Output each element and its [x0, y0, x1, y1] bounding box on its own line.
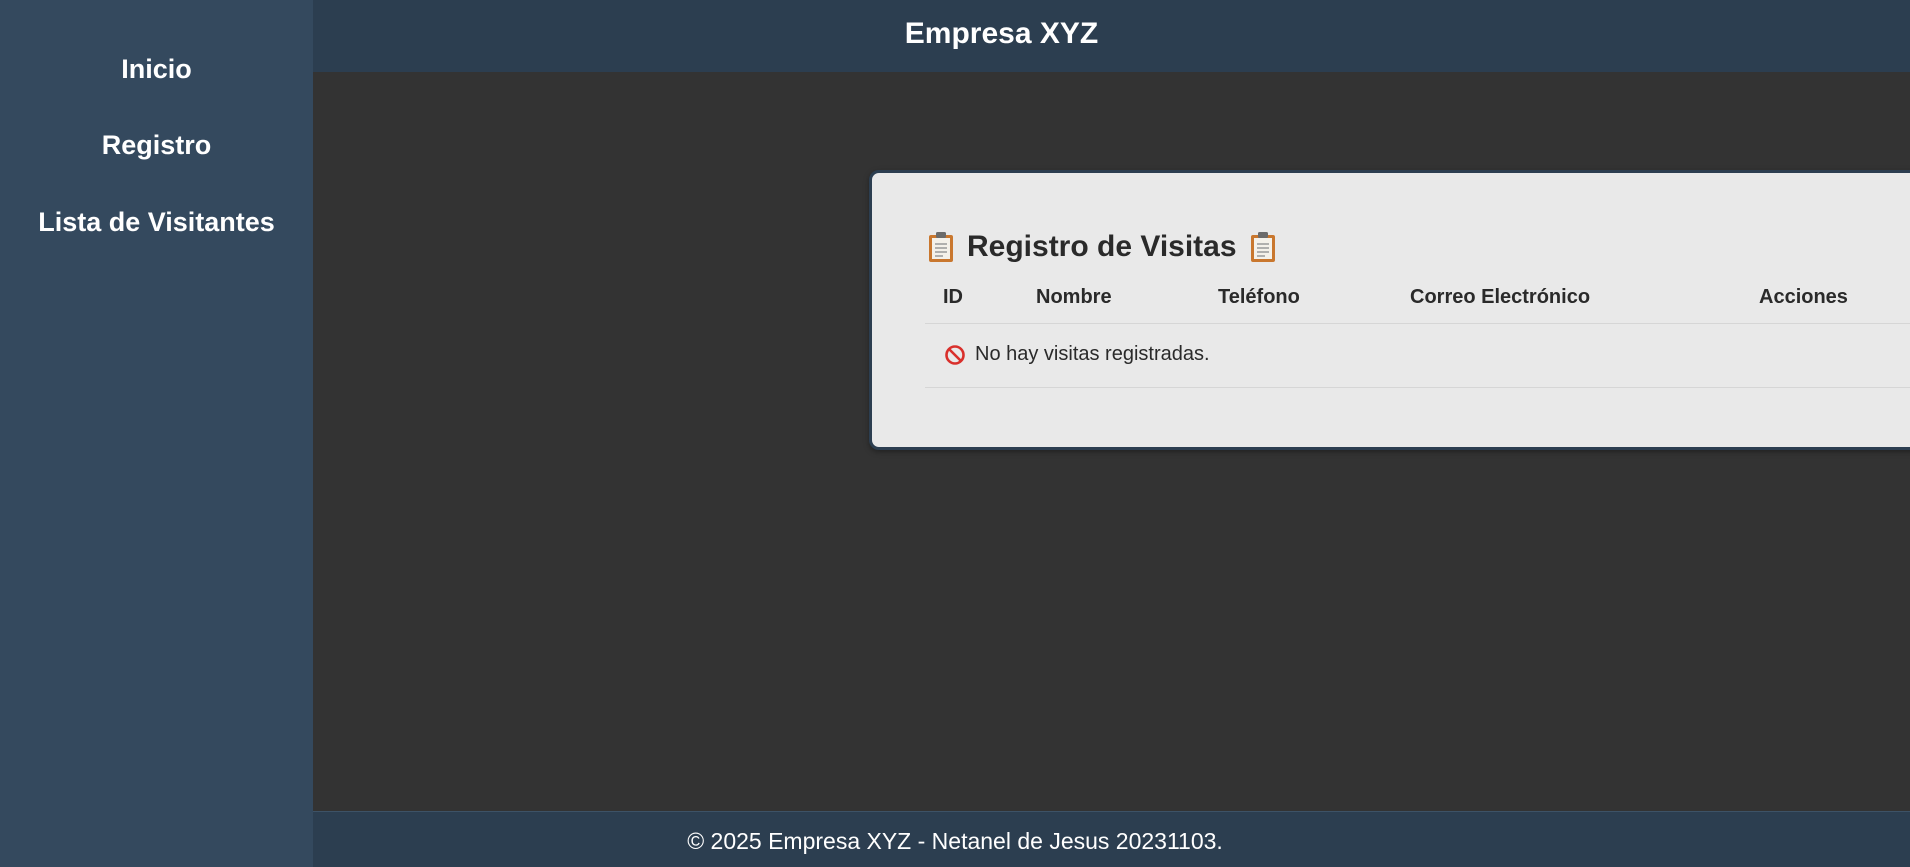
- column-header-correo: Correo Electrónico: [1410, 286, 1591, 308]
- sidebar-item-registro[interactable]: Registro: [0, 130, 313, 161]
- sidebar-item-inicio[interactable]: Inicio: [0, 54, 313, 85]
- card-title: Registro de Visitas: [927, 227, 1277, 267]
- footer-text: © 2025 Empresa XYZ - Netanel de Jesus 20…: [687, 828, 1223, 854]
- table-header: ID Nombre Teléfono Correo Electrónico Ac…: [925, 273, 1910, 324]
- column-header-nombre: Nombre: [1036, 286, 1112, 308]
- sidebar: Inicio Registro Lista de Visitantes: [0, 0, 313, 867]
- header: Empresa XYZ: [313, 0, 1910, 73]
- empty-state: No hay visitas registradas.: [944, 343, 1210, 366]
- clipboard-icon: [1249, 231, 1277, 263]
- main-content: Registro de Visitas ID Nombre Teléfono C…: [313, 72, 1910, 811]
- visits-table: ID Nombre Teléfono Correo Electrónico Ac…: [925, 273, 1910, 388]
- app-title: Empresa XYZ: [904, 17, 1099, 50]
- footer: © 2025 Empresa XYZ - Netanel de Jesus 20…: [313, 811, 1910, 867]
- prohibited-icon: [944, 344, 966, 366]
- visits-card: Registro de Visitas ID Nombre Teléfono C…: [869, 170, 1910, 450]
- column-header-telefono: Teléfono: [1218, 286, 1300, 308]
- table-row-empty: No hay visitas registradas.: [925, 324, 1910, 388]
- column-header-id: ID: [943, 286, 963, 308]
- clipboard-icon: [927, 231, 955, 263]
- empty-message: No hay visitas registradas.: [975, 343, 1210, 365]
- column-header-acciones: Acciones: [1759, 286, 1848, 308]
- page-title: Registro de Visitas: [967, 230, 1237, 263]
- sidebar-item-lista-de-visitantes[interactable]: Lista de Visitantes: [0, 207, 313, 238]
